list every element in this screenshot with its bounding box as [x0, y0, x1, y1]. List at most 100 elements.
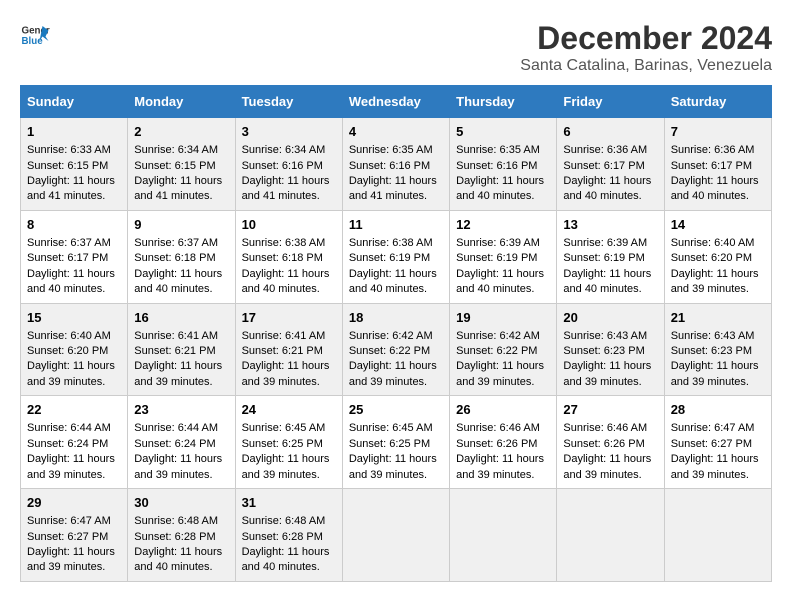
- sunset-text: Sunset: 6:28 PM: [242, 531, 323, 543]
- sunset-text: Sunset: 6:17 PM: [671, 160, 752, 172]
- sunrise-text: Sunrise: 6:43 AM: [563, 330, 647, 342]
- sunset-text: Sunset: 6:19 PM: [456, 252, 537, 264]
- calendar-cell: 5Sunrise: 6:35 AMSunset: 6:16 PMDaylight…: [450, 118, 557, 211]
- calendar-cell: [450, 489, 557, 582]
- daylight-text: Daylight: 11 hours and 40 minutes.: [134, 546, 222, 573]
- day-number: 8: [27, 216, 121, 234]
- day-number: 24: [242, 401, 336, 419]
- calendar-cell: 3Sunrise: 6:34 AMSunset: 6:16 PMDaylight…: [235, 118, 342, 211]
- calendar-cell: 17Sunrise: 6:41 AMSunset: 6:21 PMDayligh…: [235, 303, 342, 396]
- day-number: 31: [242, 494, 336, 512]
- sunset-text: Sunset: 6:26 PM: [456, 438, 537, 450]
- daylight-text: Daylight: 11 hours and 40 minutes.: [349, 268, 437, 295]
- calendar-cell: 14Sunrise: 6:40 AMSunset: 6:20 PMDayligh…: [664, 210, 771, 303]
- daylight-text: Daylight: 11 hours and 39 minutes.: [349, 453, 437, 480]
- calendar-cell: 8Sunrise: 6:37 AMSunset: 6:17 PMDaylight…: [21, 210, 128, 303]
- day-number: 30: [134, 494, 228, 512]
- day-number: 15: [27, 309, 121, 327]
- calendar-cell: 16Sunrise: 6:41 AMSunset: 6:21 PMDayligh…: [128, 303, 235, 396]
- daylight-text: Daylight: 11 hours and 39 minutes.: [27, 360, 115, 387]
- calendar-cell: 1Sunrise: 6:33 AMSunset: 6:15 PMDaylight…: [21, 118, 128, 211]
- sunset-text: Sunset: 6:17 PM: [27, 252, 108, 264]
- sunset-text: Sunset: 6:15 PM: [27, 160, 108, 172]
- title-area: December 2024 Santa Catalina, Barinas, V…: [520, 20, 772, 75]
- calendar-cell: 18Sunrise: 6:42 AMSunset: 6:22 PMDayligh…: [342, 303, 449, 396]
- sunrise-text: Sunrise: 6:37 AM: [27, 237, 111, 249]
- sunrise-text: Sunrise: 6:48 AM: [242, 515, 326, 527]
- daylight-text: Daylight: 11 hours and 39 minutes.: [563, 360, 651, 387]
- daylight-text: Daylight: 11 hours and 41 minutes.: [349, 175, 437, 202]
- calendar-cell: 22Sunrise: 6:44 AMSunset: 6:24 PMDayligh…: [21, 396, 128, 489]
- sunrise-text: Sunrise: 6:44 AM: [134, 422, 218, 434]
- daylight-text: Daylight: 11 hours and 39 minutes.: [671, 268, 759, 295]
- sunrise-text: Sunrise: 6:37 AM: [134, 237, 218, 249]
- day-number: 20: [563, 309, 657, 327]
- sunset-text: Sunset: 6:18 PM: [242, 252, 323, 264]
- day-number: 19: [456, 309, 550, 327]
- sunrise-text: Sunrise: 6:43 AM: [671, 330, 755, 342]
- day-number: 25: [349, 401, 443, 419]
- calendar-cell: 4Sunrise: 6:35 AMSunset: 6:16 PMDaylight…: [342, 118, 449, 211]
- week-row-4: 22 Sunrise: 6:44 AM Sunset: 6:24 PM Dayligh…: [21, 396, 772, 489]
- sunset-text: Sunset: 6:24 PM: [27, 438, 108, 450]
- sunrise-text: Sunrise: 6:35 AM: [349, 144, 433, 156]
- sunrise-text: Sunrise: 6:44 AM: [27, 422, 111, 434]
- sunrise-text: Sunrise: 6:46 AM: [563, 422, 647, 434]
- day-number: 17: [242, 309, 336, 327]
- header-day-tuesday: Tuesday: [235, 86, 342, 118]
- calendar-cell: 25Sunrise: 6:45 AMSunset: 6:25 PMDayligh…: [342, 396, 449, 489]
- sunrise-text: Sunrise: 6:41 AM: [242, 330, 326, 342]
- calendar-cell: 7 Sunrise: 6:36 AM Sunset: 6:17 PM Daylight…: [664, 118, 771, 211]
- calendar-table: SundayMondayTuesdayWednesdayThursdayFrid…: [20, 85, 772, 582]
- daylight-text: Daylight: 11 hours and 40 minutes.: [134, 268, 222, 295]
- calendar-cell: 9Sunrise: 6:37 AMSunset: 6:18 PMDaylight…: [128, 210, 235, 303]
- sunrise-text: Sunrise: 6:45 AM: [349, 422, 433, 434]
- sunrise-text: Sunrise: 6:39 AM: [563, 237, 647, 249]
- sunrise-text: Sunrise: 6:40 AM: [27, 330, 111, 342]
- daylight-text: Daylight: 11 hours and 39 minutes.: [671, 360, 759, 387]
- header-day-monday: Monday: [128, 86, 235, 118]
- day-number: 1: [27, 123, 121, 141]
- day-number: 21: [671, 309, 765, 327]
- daylight-text: Daylight: 11 hours and 40 minutes.: [671, 175, 759, 202]
- sunrise-text: Sunrise: 6:46 AM: [456, 422, 540, 434]
- daylight-text: Daylight: 11 hours and 39 minutes.: [563, 453, 651, 480]
- calendar-cell: 12Sunrise: 6:39 AMSunset: 6:19 PMDayligh…: [450, 210, 557, 303]
- daylight-text: Daylight: 11 hours and 41 minutes.: [134, 175, 222, 202]
- daylight-text: Daylight: 11 hours and 39 minutes.: [671, 453, 759, 480]
- sunset-text: Sunset: 6:16 PM: [242, 160, 323, 172]
- sunrise-text: Sunrise: 6:38 AM: [349, 237, 433, 249]
- day-number: 16: [134, 309, 228, 327]
- day-number: 27: [563, 401, 657, 419]
- daylight-text: Daylight: 11 hours and 39 minutes.: [242, 360, 330, 387]
- calendar-cell: [557, 489, 664, 582]
- header: General Blue December 2024 Santa Catalin…: [20, 20, 772, 75]
- header-day-thursday: Thursday: [450, 86, 557, 118]
- sunset-text: Sunset: 6:27 PM: [27, 531, 108, 543]
- daylight-text: Daylight: 11 hours and 40 minutes.: [456, 175, 544, 202]
- logo-icon: General Blue: [20, 20, 50, 50]
- sunset-text: Sunset: 6:27 PM: [671, 438, 752, 450]
- header-day-wednesday: Wednesday: [342, 86, 449, 118]
- daylight-text: Daylight: 11 hours and 39 minutes.: [242, 453, 330, 480]
- sunrise-text: Sunrise: 6:36 AM: [671, 144, 755, 156]
- sunset-text: Sunset: 6:26 PM: [563, 438, 644, 450]
- header-day-friday: Friday: [557, 86, 664, 118]
- sunrise-text: Sunrise: 6:48 AM: [134, 515, 218, 527]
- sunset-text: Sunset: 6:17 PM: [563, 160, 644, 172]
- day-number: 22: [27, 401, 121, 419]
- week-row-1: 1Sunrise: 6:33 AMSunset: 6:15 PMDaylight…: [21, 118, 772, 211]
- logo: General Blue: [20, 20, 50, 50]
- sunrise-text: Sunrise: 6:42 AM: [456, 330, 540, 342]
- day-number: 3: [242, 123, 336, 141]
- day-number: 7: [671, 123, 765, 141]
- sunset-text: Sunset: 6:23 PM: [671, 345, 752, 357]
- calendar-cell: 24Sunrise: 6:45 AMSunset: 6:25 PMDayligh…: [235, 396, 342, 489]
- sunrise-text: Sunrise: 6:41 AM: [134, 330, 218, 342]
- sunrise-text: Sunrise: 6:39 AM: [456, 237, 540, 249]
- daylight-text: Daylight: 11 hours and 41 minutes.: [242, 175, 330, 202]
- sunset-text: Sunset: 6:24 PM: [134, 438, 215, 450]
- sunset-text: Sunset: 6:16 PM: [349, 160, 430, 172]
- calendar-cell: 21 Sunrise: 6:43 AM Sunset: 6:23 PM Dayligh…: [664, 303, 771, 396]
- calendar-cell: 15Sunrise: 6:40 AMSunset: 6:20 PMDayligh…: [21, 303, 128, 396]
